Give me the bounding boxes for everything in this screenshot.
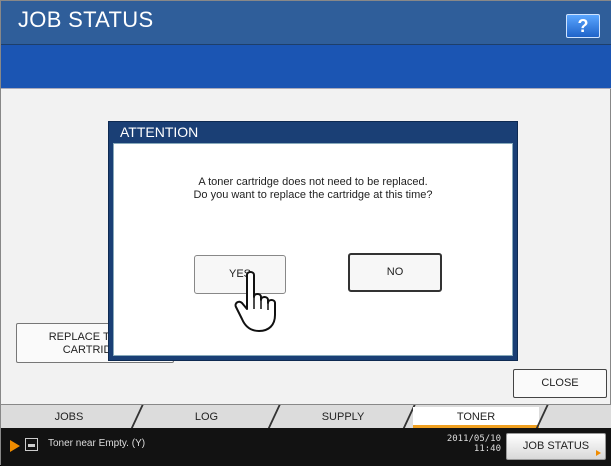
- pointing-hand-icon: [234, 271, 276, 332]
- dialog-message-line-2: Do you want to replace the cartridge at …: [193, 189, 433, 201]
- play-arrow-icon: [10, 440, 20, 452]
- tab-divider: [130, 405, 144, 429]
- copier-panel-screen: JOB STATUS ? REPLACE TONER CARTRIDGE CLO…: [0, 0, 611, 466]
- tab-jobs[interactable]: JOBS: [9, 407, 129, 428]
- dialog-message: A toner cartridge does not need to be re…: [114, 176, 512, 202]
- title-bar: JOB STATUS ?: [1, 1, 611, 45]
- job-status-button[interactable]: JOB STATUS: [506, 433, 606, 460]
- tab-toner[interactable]: TONER: [413, 407, 539, 428]
- time: 11:40: [473, 444, 501, 454]
- date-time: 2011/05/10 11:40: [441, 434, 501, 454]
- tab-bar: JOBS LOG SUPPLY TONER: [1, 404, 611, 429]
- close-button[interactable]: CLOSE: [513, 369, 607, 398]
- help-button[interactable]: ?: [566, 14, 600, 38]
- dialog-title: ATTENTION: [120, 124, 199, 140]
- header-band: [1, 45, 611, 89]
- tab-log[interactable]: LOG: [144, 407, 269, 428]
- attention-dialog: ATTENTION A toner cartridge does not nee…: [108, 121, 518, 361]
- date: 2011/05/10: [446, 434, 501, 444]
- corner-arrow-icon: [596, 450, 601, 456]
- dialog-body: A toner cartridge does not need to be re…: [113, 143, 513, 356]
- page-title: JOB STATUS: [18, 7, 154, 32]
- status-message: Toner near Empty. (Y): [48, 438, 146, 449]
- toner-status-icon: [25, 438, 38, 451]
- no-button[interactable]: NO: [348, 253, 442, 292]
- dialog-message-line-1: A toner cartridge does not need to be re…: [198, 176, 428, 188]
- job-status-label: JOB STATUS: [522, 440, 590, 452]
- tab-supply[interactable]: SUPPLY: [278, 407, 408, 428]
